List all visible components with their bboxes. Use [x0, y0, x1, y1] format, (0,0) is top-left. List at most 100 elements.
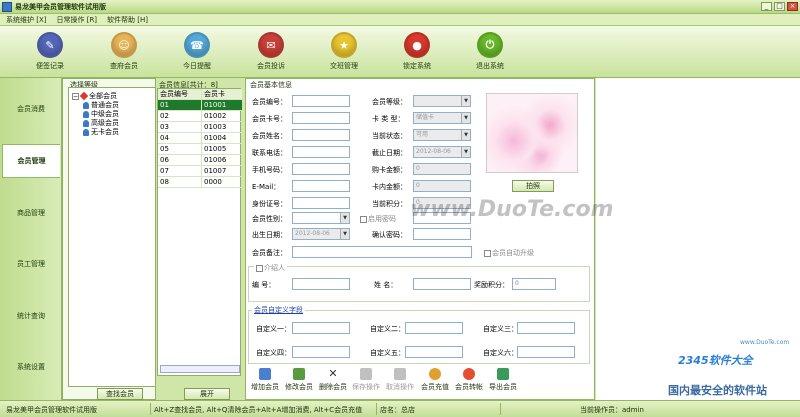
email-field[interactable] [292, 180, 350, 192]
custom-1-field[interactable] [292, 322, 350, 334]
confirm-password-field[interactable] [413, 228, 471, 240]
custom-5-field[interactable] [405, 346, 463, 358]
main-toolbar: ✎ 便签记录 ☺ 查府会员 ☎ 今日提醒 ✉ 会员投诉 ★ 交班管理 ● 锁定系统 ⏻ 退出系… [0, 26, 800, 78]
label-introducer-name: 姓 名： [374, 281, 398, 289]
table-row[interactable]: 06 01006 [158, 155, 242, 166]
auto-upgrade-checkbox[interactable]: 会员自动升级 [484, 248, 534, 258]
lock-button[interactable]: ● 锁定系统 [389, 30, 445, 76]
chevron-down-icon: ▼ [340, 229, 349, 239]
menu-system[interactable]: 系统维护 [X] [6, 15, 46, 25]
take-photo-button[interactable]: 拍照 [512, 180, 554, 192]
sidebar-item-stats[interactable]: 统计查询 [2, 299, 60, 333]
label-custom-6: 自定义六： [483, 349, 518, 357]
sidebar-item-settings[interactable]: 系统设置 [2, 350, 60, 384]
status-hint: Alt+Z查找会员, Alt+Q清除会员+Alt+A增加消费, Alt+C会员充… [154, 406, 363, 414]
label-name: 会员姓名： [252, 132, 287, 140]
phone-field[interactable] [292, 146, 350, 158]
card-type-select[interactable]: 储值卡 ▼ [413, 112, 471, 124]
tree-item[interactable]: 无卡会员 [83, 127, 119, 137]
shift-button[interactable]: ★ 交班管理 [316, 30, 372, 76]
cancel-button[interactable]: 取消操作 [380, 368, 420, 396]
reward-points-field[interactable]: 0 [512, 278, 556, 290]
lock-icon: ● [404, 32, 430, 58]
collapse-icon[interactable]: − [72, 92, 79, 100]
card-no-field[interactable] [292, 112, 350, 124]
menu-daily[interactable]: 日常操作 [R] [56, 15, 97, 25]
chevron-down-icon: ▼ [461, 113, 470, 123]
custom-fields-title: 会员自定义字段 [252, 305, 305, 315]
card-balance-field[interactable]: 0 [413, 180, 471, 192]
export-member-button[interactable]: 导出会员 [483, 368, 523, 396]
member-id-field[interactable] [292, 95, 350, 107]
sidebar-item-member[interactable]: 会员管理 [2, 144, 60, 178]
status-app: 易龙美甲会员管理软件试用版 [6, 406, 97, 414]
menu-help[interactable]: 软件帮助 [H] [107, 15, 148, 25]
menu-bar: 系统维护 [X] 日常操作 [R] 软件帮助 [H] [0, 14, 800, 26]
recharge-icon [429, 368, 441, 380]
watermark-site: www.DuoTe.com [740, 339, 790, 346]
sidebar-item-goods[interactable]: 商品管理 [2, 196, 60, 230]
complaint-button[interactable]: ✉ 会员投诉 [243, 30, 299, 76]
notepad-button[interactable]: ✎ 便签记录 [22, 30, 78, 76]
state-select[interactable]: 可用 ▼ [413, 129, 471, 141]
reminder-button[interactable]: ☎ 今日提醒 [169, 30, 225, 76]
add-icon [259, 368, 271, 380]
label-member-id: 会员编号： [252, 98, 287, 106]
export-icon [497, 368, 509, 380]
expire-date-field[interactable]: 2012-08-06 ▼ [413, 146, 471, 158]
label-note: 会员备注： [252, 249, 287, 257]
minimize-button[interactable]: _ [761, 2, 772, 11]
status-bar: 易龙美甲会员管理软件试用版 Alt+Z查找会员, Alt+Q清除会员+Alt+A… [0, 400, 800, 417]
close-button[interactable]: × [787, 2, 798, 11]
label-reward-points: 奖励积分： [474, 281, 509, 289]
find-member-button[interactable]: 查找会员 [97, 388, 143, 400]
introducer-checkbox[interactable]: 介绍人 [254, 263, 287, 273]
custom-3-field[interactable] [517, 322, 575, 334]
horizontal-scrollbar[interactable] [160, 365, 240, 373]
custom-6-field[interactable] [517, 346, 575, 358]
mobile-field[interactable] [292, 163, 350, 175]
left-sidebar: 会员消费 会员管理 商品管理 员工管理 统计查询 系统设置 [0, 78, 62, 400]
idcard-field[interactable] [292, 197, 350, 209]
level-select[interactable]: ▼ [413, 95, 471, 107]
sidebar-item-consume[interactable]: 会员消费 [2, 92, 60, 126]
label-phone: 联系电话： [252, 149, 287, 157]
gender-select[interactable]: ▼ [292, 212, 350, 224]
chevron-down-icon: ▼ [461, 130, 470, 140]
chevron-down-icon: ▼ [340, 213, 349, 223]
name-field[interactable] [292, 129, 350, 141]
label-custom-3: 自定义三： [483, 325, 518, 333]
delete-icon: ✕ [328, 367, 338, 380]
table-row[interactable]: 01 01001 [158, 100, 242, 111]
table-row[interactable]: 04 01004 [158, 133, 242, 144]
checkbox-icon [256, 264, 263, 272]
window-title: 易龙美甲会员管理软件试用版 [15, 3, 106, 11]
custom-4-field[interactable] [292, 346, 350, 358]
member-grid: 会员编号 会员卡 01 01001 02 01002 03 01003 04 01004 … [157, 88, 242, 376]
table-row[interactable]: 03 01003 [158, 122, 242, 133]
introducer-name-field[interactable] [413, 278, 471, 290]
buy-amount-field[interactable]: 0 [413, 163, 471, 175]
member-search-icon: ☺ [111, 32, 137, 58]
grid-header: 会员编号 会员卡 [158, 89, 242, 100]
exit-button[interactable]: ⏻ 退出系统 [462, 30, 518, 76]
table-row[interactable]: 05 01005 [158, 144, 242, 155]
birth-date-field[interactable]: 2012-08-06 ▼ [292, 228, 350, 240]
enable-password-checkbox[interactable]: 启用密码 [360, 214, 396, 224]
label-custom-4: 自定义四： [256, 349, 291, 357]
expand-button[interactable]: 展开 [184, 388, 230, 400]
member-search-button[interactable]: ☺ 查府会员 [96, 30, 152, 76]
cancel-icon [394, 368, 406, 380]
watermark-duote: www.DuoTe.com [410, 197, 614, 222]
note-field[interactable] [292, 246, 472, 258]
maximize-button[interactable]: □ [774, 2, 785, 11]
form-title: 会员基本信息 [250, 81, 292, 89]
label-expire: 截止日期： [372, 149, 407, 157]
table-row[interactable]: 07 01007 [158, 166, 242, 177]
sidebar-item-staff[interactable]: 员工管理 [2, 247, 60, 281]
table-row[interactable]: 02 01002 [158, 111, 242, 122]
introducer-id-field[interactable] [292, 278, 350, 290]
label-custom-5: 自定义五： [370, 349, 405, 357]
table-row[interactable]: 08 0000 [158, 177, 242, 188]
custom-2-field[interactable] [405, 322, 463, 334]
